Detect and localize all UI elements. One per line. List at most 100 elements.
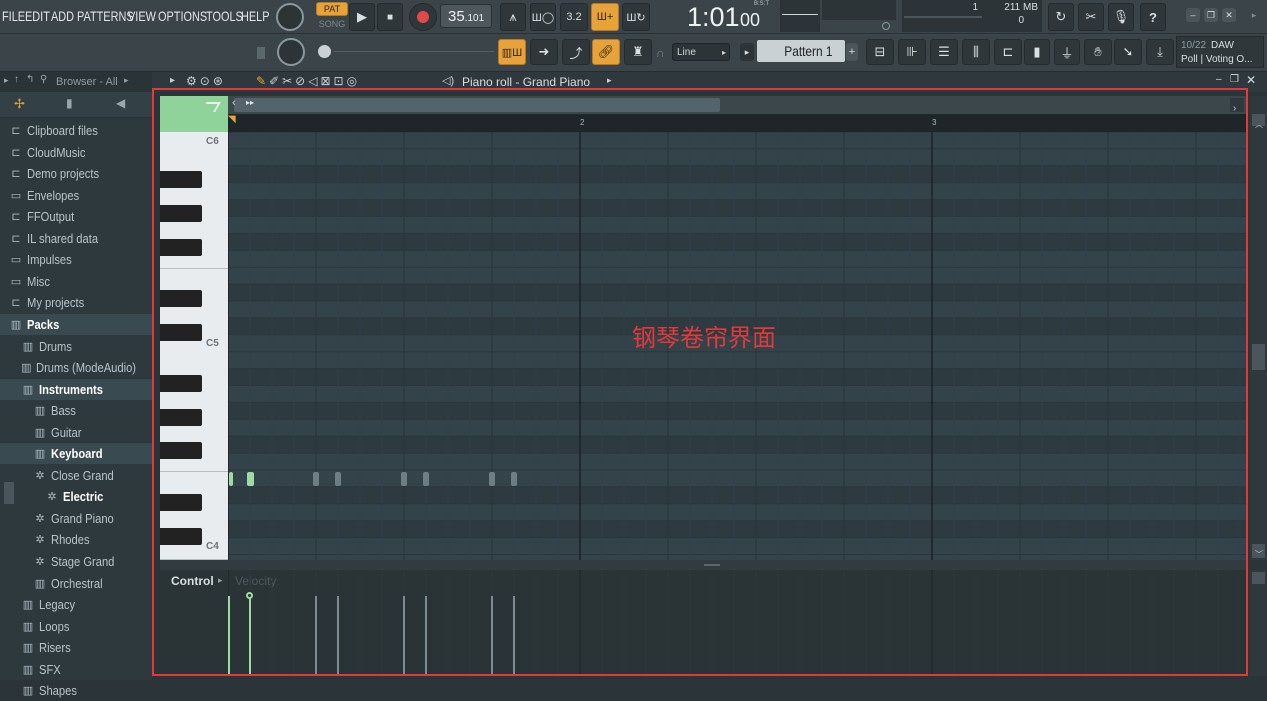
chevron-right-icon[interactable]: ▸ bbox=[124, 75, 129, 86]
browser-plugin-icon[interactable]: ✢ bbox=[14, 96, 25, 112]
menu-add[interactable]: ADD bbox=[51, 8, 74, 24]
wait-input-button[interactable]: Ш◯ bbox=[530, 3, 556, 31]
audio-input-button[interactable]: 🎙︎ bbox=[1108, 3, 1134, 31]
browser-arrow-icon[interactable]: ▸ bbox=[4, 75, 9, 86]
piano-roll-button[interactable]: ⊪ bbox=[898, 39, 926, 65]
pr-restore-icon[interactable]: ❐ bbox=[1230, 74, 1239, 85]
browser-item[interactable]: ⊏ CloudMusic bbox=[0, 142, 152, 163]
vertical-scrollbar[interactable]: ︿ ﹀ bbox=[1250, 96, 1267, 560]
render-button[interactable]: ➘ bbox=[1114, 39, 1142, 65]
stamp-button[interactable]: ♜ bbox=[624, 39, 652, 65]
playlist-button[interactable]: ⊟ bbox=[866, 39, 894, 65]
restore-button[interactable]: ❐ bbox=[1204, 8, 1218, 22]
browser-speaker-icon[interactable]: ◀ bbox=[116, 96, 125, 110]
pat-song-switch[interactable]: PAT SONG bbox=[316, 2, 348, 31]
add-pattern-button[interactable]: + bbox=[846, 43, 858, 61]
browser-item[interactable]: ▥ Keyboard bbox=[0, 443, 152, 465]
pitch-slider[interactable] bbox=[318, 44, 494, 60]
scroll-down-button[interactable]: ﹀ bbox=[1252, 544, 1265, 559]
scroll-up-button[interactable]: ︿ bbox=[1252, 114, 1265, 129]
pattern-selector[interactable]: Pattern 1 bbox=[757, 40, 845, 62]
metronome-button[interactable]: ⩚ bbox=[500, 3, 526, 31]
menu-help[interactable]: HELP bbox=[241, 8, 270, 24]
tempo-display[interactable]: 35 .101 bbox=[440, 4, 492, 28]
browser-item[interactable]: ▥ Drums bbox=[0, 336, 152, 357]
plugin-manager-button[interactable]: ⏚ bbox=[1054, 39, 1080, 65]
browser-item[interactable]: ⊏ Clipboard files bbox=[0, 120, 152, 141]
snap-selector[interactable]: Line ▸ bbox=[672, 43, 730, 61]
menu-edit[interactable]: EDIT bbox=[25, 8, 50, 24]
minimize-button[interactable]: – bbox=[1186, 8, 1200, 22]
pr-pencil-tools-icons[interactable]: ✎✐✂⊘◁⊠⊡◎ bbox=[256, 74, 360, 88]
browser-item[interactable]: ▥ Drums (ModeAudio) bbox=[0, 357, 152, 378]
browser-back-icon[interactable]: ↰ bbox=[26, 74, 34, 85]
slide-button[interactable]: ⤴ bbox=[562, 39, 590, 65]
browser-item[interactable]: ⊏ Demo projects bbox=[0, 163, 152, 184]
toolbar-scroll-right[interactable]: ▸ bbox=[1248, 8, 1260, 22]
browser-item[interactable]: ✲ Grand Piano bbox=[0, 508, 152, 529]
browser-item[interactable]: ▥ Packs bbox=[0, 313, 152, 335]
browser-item[interactable]: ✲ Rhodes bbox=[0, 529, 152, 550]
step-edit-button[interactable]: ➜ bbox=[530, 39, 558, 65]
song-position-display[interactable]: 1:01 00 B:S:T bbox=[680, 0, 776, 34]
touch-controller-button[interactable]: ✋︎ bbox=[1084, 39, 1112, 65]
browser-resize-handle[interactable] bbox=[4, 482, 14, 504]
master-pitch-knob[interactable] bbox=[277, 38, 305, 66]
browser-item[interactable]: ▭ Envelopes bbox=[0, 185, 152, 206]
record-button[interactable] bbox=[409, 3, 437, 31]
browser-file-icon[interactable]: ▮ bbox=[66, 96, 73, 110]
pr-tools-icons[interactable]: ⚙⊙⊛ bbox=[186, 74, 226, 88]
link-button[interactable]: 🔗︎ bbox=[592, 39, 620, 65]
pr-minimize-icon[interactable]: – bbox=[1216, 74, 1222, 85]
help-button[interactable]: ? bbox=[1140, 3, 1166, 31]
vscroll-thumb[interactable] bbox=[1252, 344, 1265, 370]
pattern-prev-button[interactable]: ▸ bbox=[740, 43, 754, 61]
pr-menu-arrow-icon[interactable]: ▸ bbox=[170, 75, 175, 86]
browser-item[interactable]: ▭ Misc bbox=[0, 271, 152, 292]
browser-item[interactable]: ▥ Bass bbox=[0, 400, 152, 421]
browser-search-icon[interactable]: ⚲ bbox=[40, 74, 47, 85]
browser-item[interactable]: ▥ Risers bbox=[0, 637, 152, 658]
mixer-button[interactable]: ⫼ bbox=[962, 39, 990, 65]
hint-toggle-icon[interactable] bbox=[882, 22, 890, 30]
cut-tool-button[interactable]: ✂ bbox=[1078, 3, 1104, 31]
browser-item[interactable]: ✲ Close Grand bbox=[0, 465, 152, 486]
browser-item[interactable]: ▥ Orchestral bbox=[0, 573, 152, 594]
menu-patterns[interactable]: PATTERNS bbox=[77, 8, 134, 24]
browser-item[interactable]: ▥ Loops bbox=[0, 616, 152, 637]
browser-item[interactable]: ✲ Stage Grand bbox=[0, 551, 152, 572]
browser-item[interactable]: ⊏ IL shared data bbox=[0, 228, 152, 249]
chevron-right-icon[interactable]: ▸ bbox=[607, 75, 612, 86]
menu-file[interactable]: FILE bbox=[2, 8, 25, 24]
browser-up-icon[interactable]: ↑ bbox=[14, 74, 19, 85]
countdown-button[interactable]: 3.2 bbox=[560, 3, 588, 31]
browser-item[interactable]: ▥ Instruments bbox=[0, 378, 152, 400]
browser-item[interactable]: ▭ Impulses bbox=[0, 249, 152, 270]
close-window-button[interactable]: ✕ bbox=[1222, 8, 1236, 22]
project-info-button[interactable]: ▮ bbox=[1024, 39, 1050, 65]
control-menu-button[interactable] bbox=[1252, 572, 1265, 584]
loop-record-button[interactable]: Ш↻ bbox=[622, 3, 650, 31]
browser-item[interactable]: ▥ Guitar bbox=[0, 422, 152, 443]
pr-speaker-icon[interactable]: ◁) bbox=[442, 74, 454, 87]
blend-notes-button[interactable]: Ш+ bbox=[591, 3, 619, 31]
menu-options[interactable]: OPTIONS bbox=[158, 8, 207, 24]
browser-item[interactable]: ▥ SFX bbox=[0, 659, 152, 680]
master-volume-knob[interactable] bbox=[276, 3, 304, 31]
undo-history-button[interactable]: ↻ bbox=[1048, 3, 1074, 31]
browser-item[interactable]: ▥ Legacy bbox=[0, 594, 152, 615]
channel-rack-button[interactable]: ☰ bbox=[930, 39, 958, 65]
browser-button[interactable]: ⊏ bbox=[994, 39, 1022, 65]
news-panel[interactable]: 10/22 DAW Poll | Voting O... bbox=[1176, 36, 1264, 68]
pat-mode-label[interactable]: PAT bbox=[316, 2, 348, 16]
song-mode-label[interactable]: SONG bbox=[316, 17, 348, 31]
pr-close-icon[interactable]: ✕ bbox=[1246, 73, 1256, 87]
browser-item[interactable]: ⊏ My projects bbox=[0, 292, 152, 313]
browser-item[interactable]: ▥ Shapes bbox=[0, 680, 152, 701]
browser-item[interactable]: ⊏ FFOutput bbox=[0, 206, 152, 227]
browser-item[interactable]: ✲ Electric bbox=[0, 486, 152, 507]
play-button[interactable]: ▶ bbox=[349, 3, 375, 31]
piano-roll-mode-button[interactable]: ▥Ш bbox=[498, 39, 526, 65]
menu-tools[interactable]: TOOLS bbox=[206, 8, 243, 24]
menu-view[interactable]: VIEW bbox=[128, 8, 156, 24]
